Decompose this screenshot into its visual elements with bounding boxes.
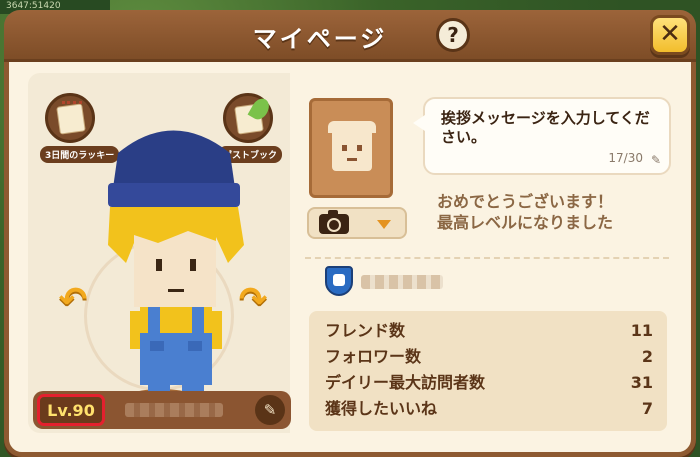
message-pencil-icon: ✎ [650, 153, 661, 167]
divider [305, 257, 669, 259]
stat-label-likes: 獲得したいいね [325, 399, 438, 418]
stat-row: フォロワー数 2 [325, 345, 653, 371]
guild-name-blurred [361, 275, 443, 289]
stat-row: 獲得したいいね 7 [325, 397, 653, 423]
stat-label-friends: フレンド数 [325, 321, 406, 340]
congrats-line-2: 最高レベルになりました [437, 213, 614, 232]
profile-panel: 挨拶メッセージを入力してください。 17/30 ✎ おめでとうございます！ 最高… [295, 73, 679, 433]
stat-row: デイリー最大訪問者数 31 [325, 371, 653, 397]
stat-value-daily-visitors: 31 [630, 373, 653, 392]
help-button[interactable]: ? [436, 18, 470, 52]
stat-label-daily-visitors: デイリー最大訪問者数 [325, 373, 486, 392]
level-name-bar: Lv.90 ✎ [33, 391, 291, 429]
greeting-message-text: 挨拶メッセージを入力してください。 [441, 109, 650, 146]
avatar-character [108, 130, 244, 407]
level-badge: Lv.90 [37, 394, 105, 426]
player-name-blurred [125, 403, 223, 417]
camera-icon [319, 210, 349, 234]
stat-row: フレンド数 11 [325, 319, 653, 345]
guild-emblem-icon[interactable] [325, 266, 353, 296]
edit-name-pencil-icon[interactable]: ✎ [255, 395, 285, 425]
camera-dropdown-button[interactable] [307, 207, 407, 239]
rotate-left-arrow-icon[interactable]: ↶ [56, 283, 90, 317]
stat-value-likes: 7 [641, 399, 653, 418]
lucky-3days-button[interactable]: 3日間のラッキー [40, 93, 120, 163]
profile-photo[interactable] [309, 98, 393, 198]
dropdown-triangle-icon [377, 220, 391, 229]
default-face-icon [328, 121, 376, 171]
stat-value-followers: 2 [641, 347, 653, 366]
mypage-modal: マイページ ? ✕ 3日間のラッキー ゲストブック ↶ ↷ Lv.90 ✎ 挨拶… [4, 10, 696, 457]
message-char-count: 17/30 [608, 151, 643, 165]
calendar-icon [45, 93, 95, 143]
stats-table: フレンド数 11 フォロワー数 2 デイリー最大訪問者数 31 獲得したいいね … [309, 311, 667, 431]
avatar-panel: 3日間のラッキー ゲストブック ↶ ↷ [28, 73, 290, 433]
stat-value-friends: 11 [630, 321, 653, 340]
page-title: マイページ [252, 25, 388, 53]
greeting-message-bubble[interactable]: 挨拶メッセージを入力してください。 17/30 ✎ [413, 97, 671, 175]
close-button[interactable]: ✕ [650, 15, 690, 55]
congrats-line-1: おめでとうございます！ [437, 192, 614, 211]
title-bar: マイページ ? ✕ [4, 10, 696, 62]
stat-label-followers: フォロワー数 [325, 347, 422, 366]
congrats-message: おめでとうございます！ 最高レベルになりました [437, 191, 613, 233]
